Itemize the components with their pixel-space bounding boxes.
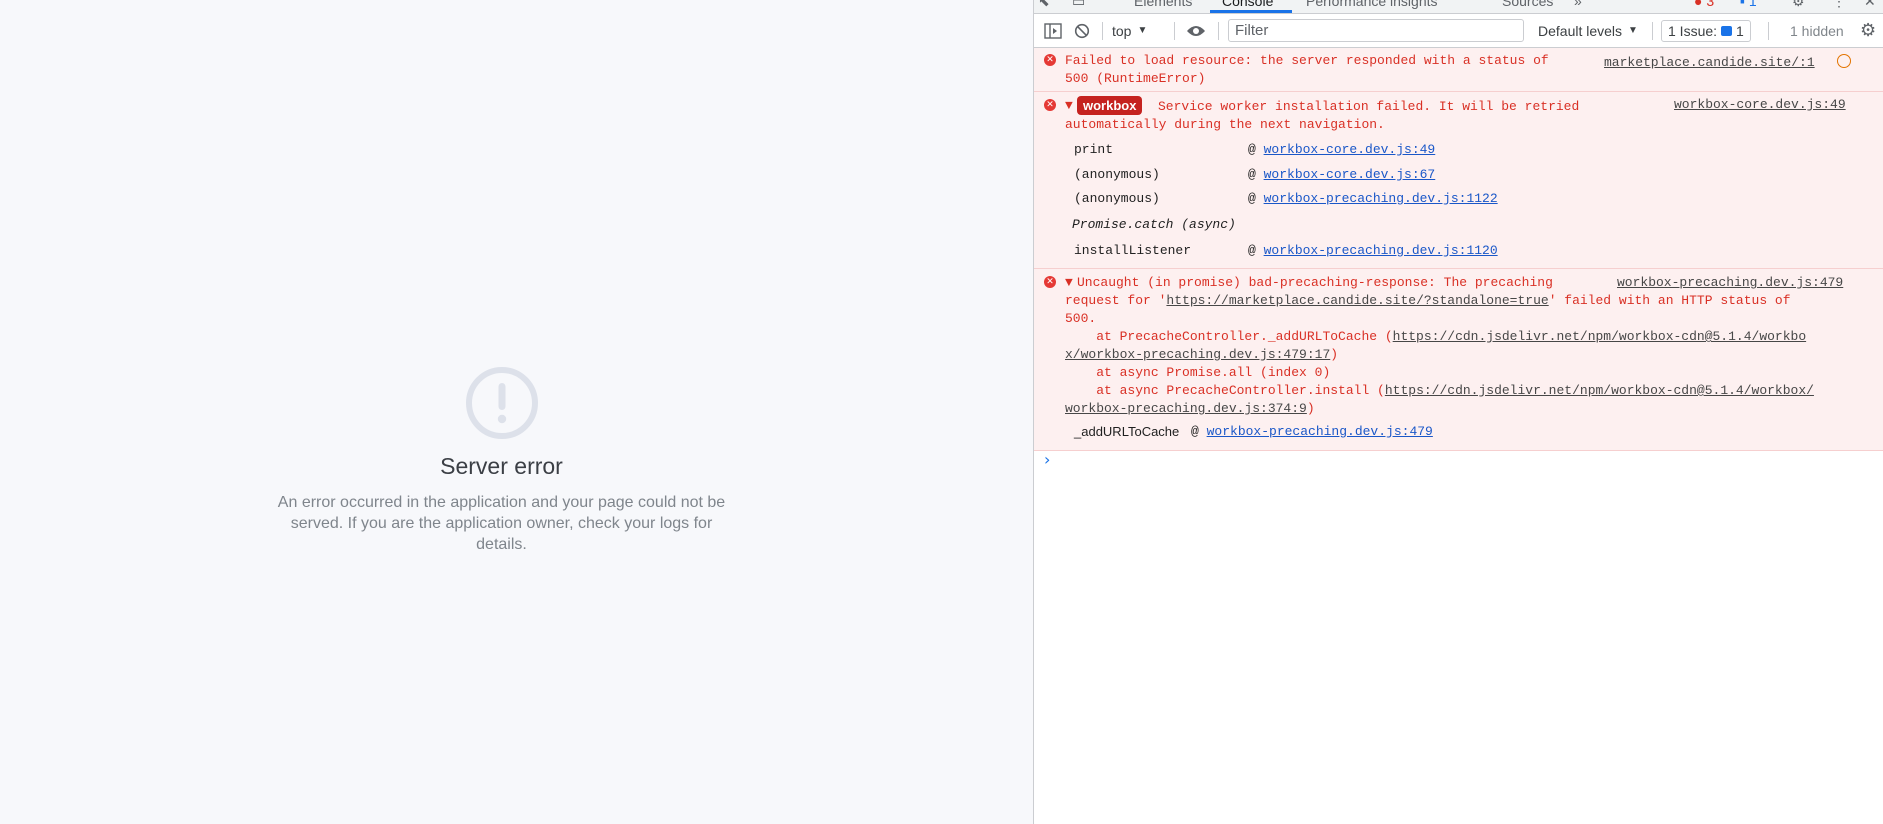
- console-error-message: ✕ Failed to load resource: the server re…: [1034, 48, 1883, 92]
- exclamation-circle-icon: [465, 366, 539, 440]
- more-tabs-button[interactable]: »: [1574, 0, 1582, 9]
- stack-at: @ workbox-core.dev.js:49: [1248, 142, 1436, 157]
- toolbar-divider: [1174, 22, 1175, 40]
- stack-at: @ workbox-precaching.dev.js:1122: [1248, 191, 1498, 206]
- message-text-line: Uncaught (in promise) bad-precaching-res…: [1077, 275, 1553, 290]
- sidebar-toggle-icon[interactable]: [1044, 14, 1062, 47]
- devtools-tabbar: ⬉ ▭ Elements Console Performance insight…: [1034, 0, 1883, 14]
- issues-button[interactable]: 1 Issue: 1: [1661, 20, 1751, 42]
- tab-console[interactable]: Console: [1222, 0, 1273, 9]
- expand-triangle-icon[interactable]: ▼: [1065, 98, 1073, 113]
- message-text-line: at PrecacheController._addURLToCache (ht…: [1065, 329, 1806, 344]
- stack-at: @ workbox-core.dev.js:67: [1248, 167, 1436, 182]
- text-fragment: at async PrecacheController.install (: [1065, 383, 1385, 398]
- console-prompt-icon[interactable]: ›: [1044, 450, 1050, 469]
- console-toolbar: top ▼ Default levels ▼ 1 Issue: 1 1 hidd…: [1034, 14, 1883, 48]
- expand-triangle-icon[interactable]: ▼: [1065, 275, 1073, 290]
- message-text-line: at async Promise.all (index 0): [1065, 365, 1331, 380]
- message-source-link[interactable]: marketplace.candide.site/:1: [1604, 55, 1815, 70]
- message-source-link[interactable]: workbox-core.dev.js:49: [1674, 97, 1846, 112]
- error-message: An error occurred in the application and…: [277, 494, 726, 553]
- context-label: top: [1112, 22, 1132, 39]
- chevron-down-icon: ▼: [1628, 25, 1638, 36]
- console-error-message: ✕ ▼ Uncaught (in promise) bad-precaching…: [1034, 269, 1883, 451]
- inspect-element-icon[interactable]: ⬉: [1038, 0, 1050, 10]
- stack-link[interactable]: workbox-precaching.dev.js:479: [1207, 424, 1433, 439]
- message-count-icon[interactable]: ▪ 1: [1740, 0, 1757, 9]
- toolbar-divider: [1218, 22, 1219, 40]
- stack-link[interactable]: workbox-precaching.dev.js:1122: [1264, 191, 1498, 206]
- stack-function: (anonymous): [1074, 191, 1160, 206]
- context-selector[interactable]: top ▼: [1112, 14, 1147, 47]
- message-text-line: Failed to load resource: the server resp…: [1065, 53, 1549, 68]
- toolbar-divider: [1102, 22, 1103, 40]
- text-fragment: ): [1306, 401, 1315, 416]
- message-text-line: 500.: [1065, 311, 1097, 326]
- message-text-line: workbox-precaching.dev.js:374:9): [1065, 401, 1315, 416]
- text-fragment: ): [1330, 347, 1339, 362]
- stack-function: print: [1074, 142, 1114, 157]
- error-icon: ✕: [1044, 276, 1056, 288]
- toolbar-divider: [1652, 22, 1653, 40]
- error-icon: ✕: [1044, 99, 1056, 111]
- message-source-link[interactable]: workbox-precaching.dev.js:479: [1617, 275, 1843, 290]
- error-count-icon[interactable]: ● 3: [1694, 0, 1714, 9]
- error-icon: ✕: [1044, 54, 1056, 66]
- stack-function: _addURLToCache: [1074, 424, 1180, 439]
- message-text-line: request for 'https://marketplace.candide…: [1065, 293, 1791, 308]
- stack-at: @ workbox-precaching.dev.js:479: [1191, 424, 1433, 439]
- stack-link[interactable]: workbox-core.dev.js:49: [1264, 142, 1436, 157]
- settings-icon[interactable]: ⚙: [1792, 0, 1805, 10]
- devtools-panel: ⬉ ▭ Elements Console Performance insight…: [1033, 0, 1883, 824]
- clear-console-icon[interactable]: [1074, 14, 1090, 47]
- tab-performance-insights[interactable]: Performance insights: [1306, 0, 1438, 9]
- workbox-badge: workbox: [1077, 96, 1143, 115]
- more-options-icon[interactable]: ⋮: [1832, 0, 1846, 10]
- log-levels-dropdown[interactable]: Default levels ▼: [1538, 14, 1638, 47]
- url-link[interactable]: workbox-precaching.dev.js:374:9: [1065, 401, 1307, 416]
- page-area: Server error An error occurred in the ap…: [0, 0, 1033, 824]
- url-link[interactable]: https://cdn.jsdelivr.net/npm/workbox-cdn…: [1385, 383, 1814, 398]
- url-link[interactable]: https://marketplace.candide.site/?standa…: [1166, 293, 1548, 308]
- filter-input-box[interactable]: [1228, 19, 1524, 42]
- text-fragment: ' failed with an HTTP status of: [1548, 293, 1791, 308]
- message-text-line: x/workbox-precaching.dev.js:479:17): [1065, 347, 1338, 362]
- badge-wrap: workbox: [1077, 96, 1143, 115]
- message-text-line: automatically during the next navigation…: [1065, 117, 1385, 132]
- network-request-icon[interactable]: [1837, 54, 1851, 68]
- console-messages: ✕ Failed to load resource: the server re…: [1034, 48, 1883, 451]
- page-title: Server error: [440, 453, 563, 479]
- console-error-message: ✕ ▼ workbox Service worker installation …: [1034, 92, 1883, 269]
- stack-async-marker: Promise.catch (async): [1072, 217, 1236, 232]
- log-levels-label: Default levels: [1538, 22, 1623, 39]
- live-expression-eye-icon[interactable]: [1186, 14, 1206, 47]
- filter-input[interactable]: [1229, 20, 1523, 41]
- stack-link[interactable]: workbox-precaching.dev.js:1120: [1264, 243, 1498, 258]
- console-settings-icon[interactable]: ⚙: [1860, 14, 1876, 47]
- toolbar-divider: [1768, 22, 1769, 40]
- url-link[interactable]: x/workbox-precaching.dev.js:479:17: [1065, 347, 1330, 362]
- stack-function: (anonymous): [1074, 167, 1160, 182]
- tab-sources[interactable]: Sources: [1502, 0, 1553, 9]
- issue-message-icon: [1721, 26, 1733, 36]
- tab-elements[interactable]: Elements: [1134, 0, 1192, 9]
- issues-label: 1 Issue:: [1668, 23, 1718, 39]
- message-text-line: at async PrecacheController.install (htt…: [1065, 383, 1814, 398]
- stack-link[interactable]: workbox-core.dev.js:67: [1264, 167, 1436, 182]
- message-text-line: 500 (RuntimeError): [1065, 71, 1206, 86]
- issues-count: 1: [1736, 23, 1744, 39]
- device-toolbar-icon[interactable]: ▭: [1072, 0, 1085, 10]
- server-error-panel: Server error An error occurred in the ap…: [0, 366, 1003, 555]
- active-tab-indicator: [1210, 10, 1292, 13]
- stack-function: installListener: [1074, 243, 1192, 258]
- chevron-down-icon: ▼: [1137, 25, 1148, 36]
- url-link[interactable]: https://cdn.jsdelivr.net/npm/workbox-cdn…: [1393, 329, 1806, 344]
- hidden-count: 1 hidden: [1790, 22, 1844, 39]
- text-fragment: at PrecacheController._addURLToCache (: [1065, 329, 1393, 344]
- text-fragment: request for ': [1065, 293, 1167, 308]
- close-devtools-icon[interactable]: ✕: [1864, 0, 1876, 10]
- message-text-line: Service worker installation failed. It w…: [1158, 99, 1580, 114]
- stack-at: @ workbox-precaching.dev.js:1120: [1248, 243, 1498, 258]
